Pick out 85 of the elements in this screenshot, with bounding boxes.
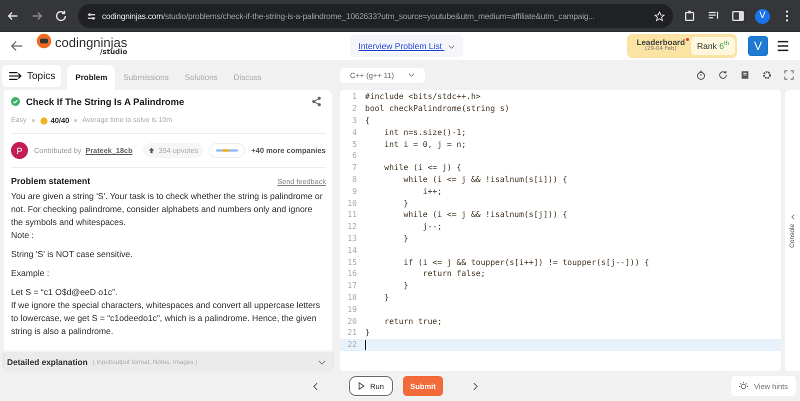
fullscreen-icon[interactable] <box>784 70 794 80</box>
chevron-left-icon[interactable] <box>313 382 318 390</box>
user-avatar[interactable]: V <box>748 36 768 56</box>
site-settings-icon[interactable] <box>86 10 97 22</box>
line-number: 19 <box>346 304 357 314</box>
share-icon[interactable] <box>311 96 322 107</box>
code-line: i++; <box>422 186 442 196</box>
side-panel-icon[interactable] <box>731 9 745 23</box>
code-line: } <box>383 292 390 302</box>
menu-icon <box>8 71 22 81</box>
forward-icon[interactable] <box>30 9 44 23</box>
line-number: 17 <box>346 281 357 290</box>
rank-value: 6$^{th}$ <box>719 41 729 51</box>
code-line: #include <bits/stdc++.h> <box>365 92 481 102</box>
problem-title: Check If The String Is A Palindrome <box>26 96 186 107</box>
text-cursor <box>365 340 366 350</box>
line-number: 5 <box>351 140 357 149</box>
chevron-down-icon <box>318 360 326 364</box>
detail-title: Detailed explanation <box>7 357 88 367</box>
reload-icon[interactable] <box>54 9 68 23</box>
timer-icon[interactable] <box>696 70 706 80</box>
line-number: 12 <box>346 222 357 232</box>
profile-avatar[interactable]: V <box>755 8 770 24</box>
code-line: return false; <box>422 269 486 278</box>
star-icon[interactable] <box>654 10 665 22</box>
problem-list-dropdown[interactable]: Interview Problem List <box>350 35 464 57</box>
line-number: 2 <box>351 104 357 114</box>
code-line: } <box>365 328 370 338</box>
play-icon <box>358 382 366 390</box>
reset-icon[interactable] <box>718 70 728 80</box>
line-number: 1 <box>351 92 357 102</box>
menu-icon[interactable] <box>776 39 790 53</box>
chevron-left-icon <box>790 214 794 220</box>
code-line: } <box>402 281 408 290</box>
chevron-down-icon <box>448 44 456 49</box>
code-line: } <box>402 198 408 208</box>
coin-icon <box>40 116 48 124</box>
line-number: 16 <box>346 269 357 278</box>
rank-label: Rank <box>697 41 717 51</box>
line-number: 3 <box>351 116 357 125</box>
code-line: { <box>365 116 370 125</box>
contributor-avatar: P <box>11 142 28 159</box>
line-number: 13 <box>346 234 357 243</box>
back-icon[interactable] <box>10 39 24 53</box>
line-number: 18 <box>346 292 357 302</box>
back-icon[interactable] <box>6 9 20 23</box>
statement-paragraph: You are given a string 'S'. Your task is to check whether the string is palindrome or not. For checking palindrome, consider alphabets and numbers only and ignore the symbols and whitespaces. Note : <box>11 190 324 242</box>
line-number: 20 <box>346 316 357 326</box>
line-number: 7 <box>351 163 357 172</box>
address-bar[interactable]: codingninjas.com/studio/problems/check-if-the-string-is-a-palindrome_1062633?utm_source=youtube&utm_medium=affiliate&utm_campaig... <box>78 4 673 28</box>
line-number: 14 <box>346 246 357 255</box>
code-line: return true; <box>383 316 442 326</box>
code-line: } <box>402 234 408 243</box>
settings-icon[interactable] <box>762 70 772 80</box>
tab[interactable]: Problem <box>67 65 116 90</box>
code-line: if (i <= j && toupper(s[i++]) != toupper(s[j--])) { <box>402 258 650 267</box>
line-number: 22 <box>346 340 357 350</box>
statement-paragraph: String 'S' is NOT case sensitive. <box>11 248 134 261</box>
logo-icon <box>36 33 52 49</box>
line-number: 6 <box>351 151 357 160</box>
code-line: while (i <= j) { <box>383 163 462 172</box>
chevron-right-icon[interactable] <box>473 382 478 390</box>
topics-button[interactable]: Topics <box>2 65 62 87</box>
line-number: 8 <box>351 174 357 184</box>
url-text: codingninjas.com/studio/problems/check-if-the-string-is-a-palindrome_1062633?utm_source=youtube&utm_medium=affiliate&utm_campaig... <box>102 12 596 20</box>
line-number: 21 <box>346 328 357 338</box>
section-heading: Problem statement <box>11 176 90 186</box>
notes-icon[interactable] <box>740 70 750 80</box>
line-number: 4 <box>351 128 357 137</box>
line-number: 9 <box>351 186 357 196</box>
line-number: 15 <box>346 258 357 267</box>
line-number: 10 <box>346 198 357 208</box>
upvote-icon <box>148 147 155 154</box>
bulb-icon <box>738 382 748 390</box>
logo-name: codingninjas <box>55 36 128 49</box>
chevron-down-icon <box>408 73 416 77</box>
code-line: while (i <= j && !isalnum(s[j])) { <box>402 210 568 220</box>
code-line: int n=s.size()-1; <box>383 128 466 137</box>
code-line: j--; <box>422 222 442 232</box>
statement-paragraph: Let S = “c1 O$d@eeD o1c”. If we ignore the special characters, whitespaces and convert all uppercase letters to lowercase, we get S = “c1odeedo1c”, which is a palindrome. Hence, the given string is also a palindrome. <box>11 286 322 338</box>
code-line: while (i <= j && !isalnum(s[i])) { <box>402 174 568 184</box>
code-line: int i = 0, j = n; <box>383 140 466 149</box>
line-number: 11 <box>346 210 357 220</box>
statement-paragraph: Example : <box>11 267 50 280</box>
code-line: bool checkPalindrome(string s) <box>365 104 510 114</box>
